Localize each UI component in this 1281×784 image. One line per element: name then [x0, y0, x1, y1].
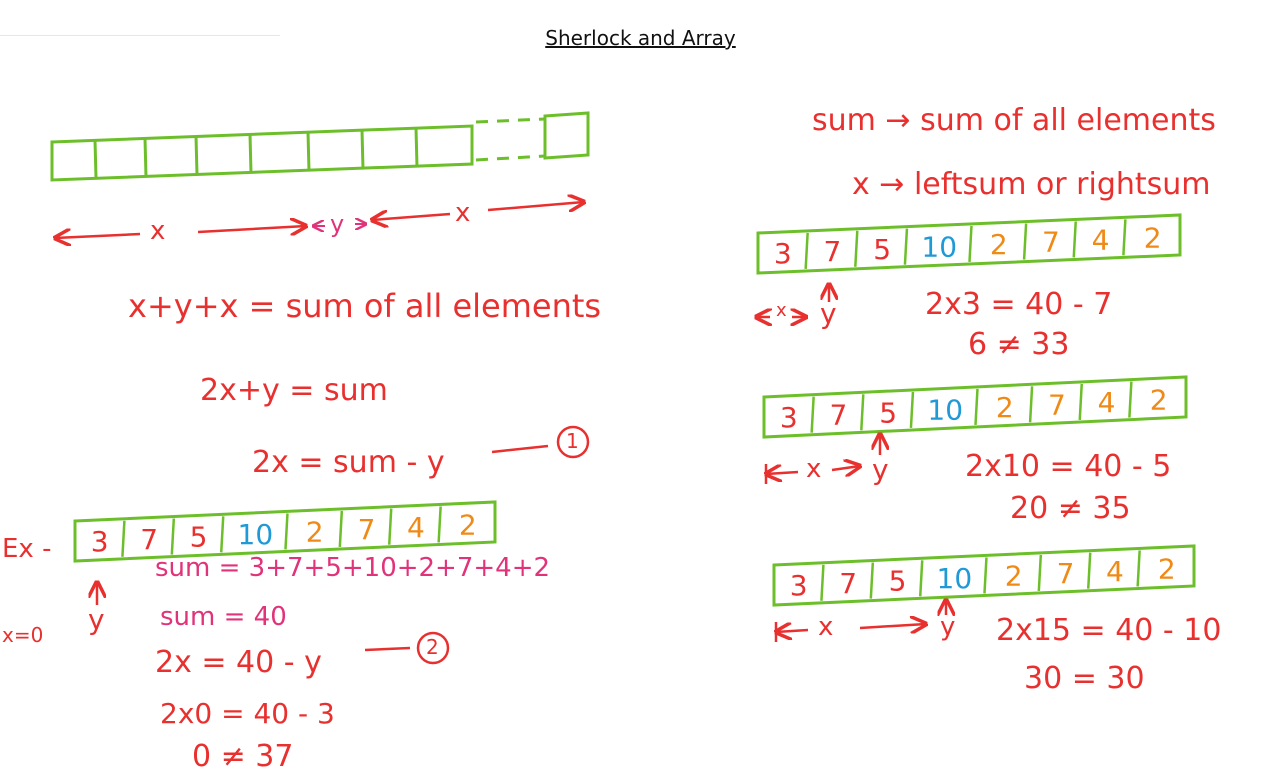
- left-y-label: y: [88, 603, 105, 636]
- case2-x-label: x: [806, 454, 822, 484]
- array-cell-value: 10: [921, 230, 957, 263]
- sum-value: sum = 40: [160, 602, 287, 632]
- array-cell-value: 2: [459, 508, 477, 541]
- example-label: Ex -: [2, 534, 52, 564]
- array-cell-value: 10: [238, 518, 274, 551]
- arrow-label-y: y: [330, 210, 345, 238]
- array-cell-value: 2: [306, 515, 324, 548]
- array-cell-value: 4: [1106, 555, 1124, 588]
- array-divider: [820, 564, 825, 601]
- case3-calc-2: 30 = 30: [1024, 661, 1145, 696]
- case2-calc-2: 20 ≠ 35: [1010, 491, 1131, 526]
- array-outline: [762, 375, 1188, 439]
- equation-2: 2x+y = sum: [200, 373, 388, 408]
- example-array-right-3: 3 7 5 10 2 7 4 2: [772, 544, 1196, 607]
- array-divider: [903, 228, 909, 265]
- array-divider: [1136, 550, 1141, 587]
- arrow-label-x2: x: [455, 198, 471, 228]
- example-array-right-1: 3 7 5 10 2 7 4 2: [756, 213, 1182, 275]
- array-divider: [338, 510, 344, 547]
- array-cell-value: 3: [780, 401, 798, 434]
- case1-x-label: x: [776, 300, 787, 321]
- x-zero-label: x=0: [2, 623, 44, 647]
- array-cell-value: 5: [873, 233, 891, 266]
- array-cell-value: 2: [1158, 552, 1176, 585]
- array-divider: [810, 396, 815, 433]
- span-arrows: [55, 202, 584, 238]
- case3-y-label: y: [940, 612, 956, 642]
- array-cell-value: 5: [889, 565, 907, 598]
- arrow-label-x1: x: [150, 216, 166, 246]
- left-calc-1: 2x0 = 40 - 3: [160, 697, 335, 730]
- array-cell-value: 4: [407, 511, 425, 544]
- array-divider: [909, 391, 915, 429]
- array-cell-value: 5: [879, 396, 897, 429]
- example-array-right-2: 3 7 5 10 2 7 4 2: [762, 375, 1188, 439]
- array-cell-value: 7: [1057, 557, 1075, 590]
- array-divider: [1086, 552, 1092, 589]
- array-divider: [284, 513, 289, 550]
- array-divider: [387, 508, 393, 545]
- array-divider: [121, 520, 126, 557]
- array-outline: [772, 544, 1196, 607]
- array-cell-value: 3: [91, 525, 109, 558]
- array-divider: [869, 562, 875, 599]
- array-divider: [1037, 554, 1043, 591]
- case1-calc-2: 6 ≠ 33: [968, 327, 1070, 362]
- array-divider: [918, 560, 924, 597]
- case3-x-label: x: [818, 612, 834, 642]
- array-divider: [437, 506, 442, 543]
- array-cell-value: 4: [1092, 224, 1110, 257]
- array-cell-value: 2: [990, 228, 1008, 261]
- array-cell-value: 3: [774, 237, 792, 270]
- array-outline: [756, 213, 1182, 275]
- array-divider: [983, 557, 988, 594]
- note-x: x → leftsum or rightsum: [852, 167, 1211, 202]
- array-divider: [804, 232, 809, 269]
- array-cell-value: 2: [996, 391, 1014, 424]
- array-divider: [1028, 386, 1034, 423]
- array-divider: [974, 388, 979, 425]
- array-divider: [1128, 381, 1133, 418]
- array-divider: [1022, 223, 1028, 260]
- array-cell-value: 7: [1048, 388, 1066, 421]
- array-divider: [860, 394, 865, 431]
- equation-3: 2x = sum - y: [252, 445, 445, 480]
- case2-y-label: y: [872, 453, 889, 486]
- case1-y-label: y: [820, 297, 837, 330]
- array-divider: [968, 225, 973, 262]
- array-divider: [1078, 383, 1083, 421]
- note-sum: sum → sum of all elements: [812, 103, 1216, 138]
- array-cell-value: 2: [1144, 221, 1162, 254]
- equation-3-tag: 1: [566, 429, 579, 453]
- array-cell-value: 7: [1042, 226, 1060, 259]
- array-cell-value: 10: [927, 394, 963, 427]
- array-divider: [170, 518, 176, 555]
- array-cell-value: 5: [190, 521, 208, 554]
- array-cell-value: 2: [1150, 383, 1168, 416]
- equation-4-tag: 2: [426, 635, 439, 659]
- generic-array-diagram: [50, 111, 590, 182]
- array-cell-value: 7: [830, 399, 848, 432]
- case2-calc-1: 2x10 = 40 - 5: [965, 449, 1172, 484]
- left-calc-2: 0 ≠ 37: [192, 739, 294, 774]
- array-cell-value: 7: [824, 235, 842, 268]
- array-cell-value: 7: [140, 523, 158, 556]
- array-cell-value: 10: [937, 562, 973, 595]
- array-cell-value: 7: [358, 513, 376, 546]
- array-cell-value: 3: [790, 569, 808, 602]
- array-cell-value: 2: [1005, 559, 1023, 592]
- equation-4: 2x = 40 - y: [155, 645, 322, 680]
- equation-1: x+y+x = sum of all elements: [128, 287, 602, 325]
- array-cell-value: 7: [839, 567, 857, 600]
- sum-expression: sum = 3+7+5+10+2+7+4+2: [155, 553, 551, 583]
- array-divider: [1072, 221, 1077, 258]
- case3-calc-1: 2x15 = 40 - 10: [996, 613, 1222, 648]
- case1-calc-1: 2x3 = 40 - 7: [925, 287, 1113, 322]
- array-divider: [854, 230, 859, 267]
- array-divider: [219, 516, 225, 553]
- array-cell-value: 4: [1098, 386, 1116, 419]
- array-divider: [1122, 219, 1127, 256]
